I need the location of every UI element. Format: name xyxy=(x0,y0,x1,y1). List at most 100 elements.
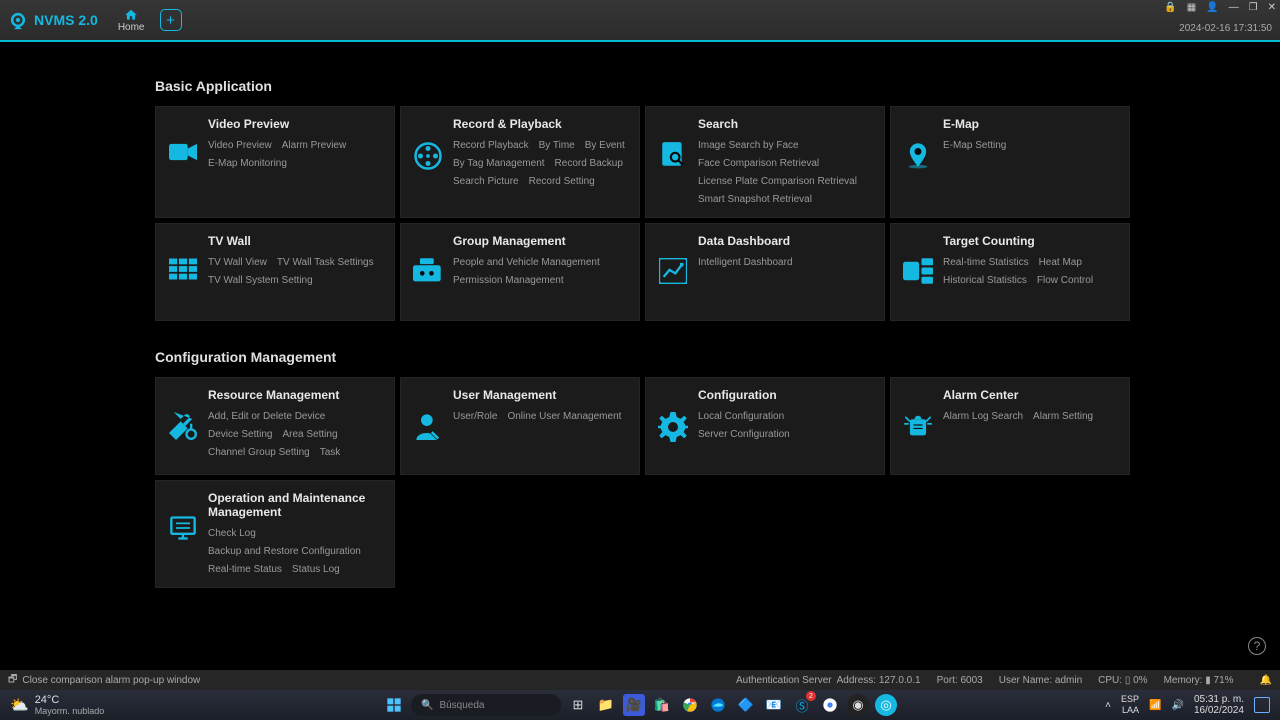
film-icon xyxy=(413,141,443,207)
link-task[interactable]: Task xyxy=(320,446,341,460)
card-title: Data Dashboard xyxy=(698,234,874,248)
group-icon xyxy=(413,258,443,310)
link-permission-management[interactable]: Permission Management xyxy=(453,274,564,288)
card-title: Alarm Center xyxy=(943,388,1119,402)
link-local-configuration[interactable]: Local Configuration xyxy=(698,410,784,424)
link-area-setting[interactable]: Area Setting xyxy=(282,428,337,442)
taskbar-edge[interactable] xyxy=(707,694,729,716)
link-by-time[interactable]: By Time xyxy=(539,139,575,153)
bell-icon[interactable]: 🔔 xyxy=(1260,675,1272,686)
taskbar-video[interactable]: 🎥 xyxy=(623,694,645,716)
tab-home[interactable]: Home xyxy=(118,8,145,33)
link-real-time-status[interactable]: Real-time Status xyxy=(208,563,282,577)
link-smart-snapshot-retrieval[interactable]: Smart Snapshot Retrieval xyxy=(698,193,812,207)
taskbar-task-view[interactable]: ⊞ xyxy=(567,694,589,716)
lock-icon[interactable]: 🔒 xyxy=(1164,2,1176,13)
taskbar-volume-icon[interactable]: 🔊 xyxy=(1171,700,1183,711)
popup-message[interactable]: Close comparison alarm pop-up window xyxy=(22,675,200,686)
card-record-playback[interactable]: Record & PlaybackRecord PlaybackBy TimeB… xyxy=(400,106,640,218)
minimize-button[interactable]: — xyxy=(1229,2,1239,13)
maximize-button[interactable]: ❐ xyxy=(1249,2,1258,13)
link-intelligent-dashboard[interactable]: Intelligent Dashboard xyxy=(698,256,793,270)
card-e-map[interactable]: E-MapE-Map Setting xyxy=(890,106,1130,218)
link-online-user-management[interactable]: Online User Management xyxy=(507,410,621,424)
add-tab-button[interactable]: + xyxy=(160,9,182,31)
link-add-edit-or-delete-device[interactable]: Add, Edit or Delete Device xyxy=(208,410,325,424)
link-real-time-statistics[interactable]: Real-time Statistics xyxy=(943,256,1029,270)
link-people-and-vehicle-management[interactable]: People and Vehicle Management xyxy=(453,256,600,270)
link-backup-and-restore-configuration[interactable]: Backup and Restore Configuration xyxy=(208,545,361,559)
card-title: Video Preview xyxy=(208,117,384,131)
taskbar-clock[interactable]: 05:31 p. m. 16/02/2024 xyxy=(1194,694,1244,716)
taskbar-tray-chevron[interactable]: ˄ xyxy=(1105,700,1111,711)
card-group-management[interactable]: Group ManagementPeople and Vehicle Manag… xyxy=(400,223,640,321)
link-device-setting[interactable]: Device Setting xyxy=(208,428,272,442)
taskbar-nvms[interactable]: ◎ xyxy=(875,694,897,716)
card-resource-management[interactable]: Resource ManagementAdd, Edit or Delete D… xyxy=(155,377,395,475)
user-icon[interactable]: 👤 xyxy=(1206,2,1218,13)
link-server-configuration[interactable]: Server Configuration xyxy=(698,428,790,442)
card-tv-wall[interactable]: TV Wall TV Wall View TV Wall Task Settings… xyxy=(155,223,395,321)
link-image-search-by-face[interactable]: Image Search by Face xyxy=(698,139,799,153)
card-data-dashboard[interactable]: Data Dashboard Intelligent Dashboard xyxy=(645,223,885,321)
taskbar-skype[interactable]: Ⓢ xyxy=(791,694,813,716)
link-flow-control[interactable]: Flow Control xyxy=(1037,274,1093,288)
taskbar-weather[interactable]: ⛅ 24°C Mayorm. nublado xyxy=(10,694,104,716)
card-configuration[interactable]: ConfigurationLocal ConfigurationServer C… xyxy=(645,377,885,475)
close-button[interactable]: ✕ xyxy=(1268,2,1276,13)
taskbar-explorer[interactable]: 📁 xyxy=(595,694,617,716)
link-heat-map[interactable]: Heat Map xyxy=(1039,256,1082,270)
section-title: Basic Application xyxy=(155,78,1130,94)
card-operation-and-maintenance-management[interactable]: Operation and Maintenance ManagementChec… xyxy=(155,480,395,588)
card-target-counting[interactable]: Target CountingReal-time StatisticsHeat … xyxy=(890,223,1130,321)
link-alarm-log-search[interactable]: Alarm Log Search xyxy=(943,410,1023,424)
link-alarm-preview[interactable]: Alarm Preview xyxy=(282,139,346,153)
link-e-map-setting[interactable]: E-Map Setting xyxy=(943,139,1006,153)
link-user-role[interactable]: User/Role xyxy=(453,410,497,424)
taskbar-notifications[interactable] xyxy=(1254,697,1270,713)
link-by-event[interactable]: By Event xyxy=(585,139,625,153)
taskbar-wifi-icon[interactable]: 📶 xyxy=(1149,700,1161,711)
link-historical-statistics[interactable]: Historical Statistics xyxy=(943,274,1027,288)
taskbar-search[interactable]: 🔍 Búsqueda xyxy=(411,694,561,716)
link-face-comparison-retrieval[interactable]: Face Comparison Retrieval xyxy=(698,157,819,171)
link-tv-wall-task-settings[interactable]: TV Wall Task Settings xyxy=(277,256,374,270)
camera-logo-icon xyxy=(8,10,28,30)
doc-search-icon xyxy=(658,141,688,207)
link-status-log[interactable]: Status Log xyxy=(292,563,340,577)
taskbar-chrome[interactable] xyxy=(679,694,701,716)
card-search[interactable]: SearchImage Search by FaceFace Compariso… xyxy=(645,106,885,218)
link-e-map-monitoring[interactable]: E-Map Monitoring xyxy=(208,157,287,171)
taskbar-lang[interactable]: ESPLAA xyxy=(1121,694,1139,716)
taskbar-store[interactable]: 🛍️ xyxy=(651,694,673,716)
taskbar-app1[interactable]: 🔷 xyxy=(735,694,757,716)
popup-icon[interactable]: 🗗 xyxy=(8,672,17,689)
card-alarm-center[interactable]: Alarm Center Alarm Log Search Alarm Settin… xyxy=(890,377,1130,475)
link-alarm-setting[interactable]: Alarm Setting xyxy=(1033,410,1093,424)
grid-icon[interactable]: ▦ xyxy=(1187,2,1196,13)
link-tv-wall-view[interactable]: TV Wall View xyxy=(208,256,267,270)
link-search-picture[interactable]: Search Picture xyxy=(453,175,519,189)
link-record-playback[interactable]: Record Playback xyxy=(453,139,529,153)
alarm-icon xyxy=(903,412,933,464)
link-video-preview[interactable]: Video Preview xyxy=(208,139,272,153)
app-timestamp: 2024-02-16 17:31:50 xyxy=(1179,23,1272,34)
map-pin-icon xyxy=(903,141,933,207)
link-record-setting[interactable]: Record Setting xyxy=(529,175,595,189)
start-button[interactable] xyxy=(383,694,405,716)
nvms-status-bar: 🗗 Close comparison alarm pop-up window A… xyxy=(0,670,1280,690)
link-tv-wall-system-setting[interactable]: TV Wall System Setting xyxy=(208,274,313,288)
link-record-backup[interactable]: Record Backup xyxy=(555,157,623,171)
card-video-preview[interactable]: Video Preview Video Preview Alarm Preview E… xyxy=(155,106,395,218)
help-button[interactable]: ? xyxy=(1248,637,1266,655)
link-license-plate-comparison-retrieval[interactable]: License Plate Comparison Retrieval xyxy=(698,175,857,189)
link-by-tag-management[interactable]: By Tag Management xyxy=(453,157,545,171)
link-channel-group-setting[interactable]: Channel Group Setting xyxy=(208,446,310,460)
card-user-management[interactable]: User ManagementUser/RoleOnline User Mana… xyxy=(400,377,640,475)
taskbar-mail[interactable]: 📧 xyxy=(763,694,785,716)
card-title: TV Wall xyxy=(208,234,384,248)
taskbar-chrome2[interactable] xyxy=(819,694,841,716)
taskbar-obs[interactable]: ◉ xyxy=(847,694,869,716)
search-icon: 🔍 xyxy=(421,700,433,711)
link-check-log[interactable]: Check Log xyxy=(208,527,256,541)
